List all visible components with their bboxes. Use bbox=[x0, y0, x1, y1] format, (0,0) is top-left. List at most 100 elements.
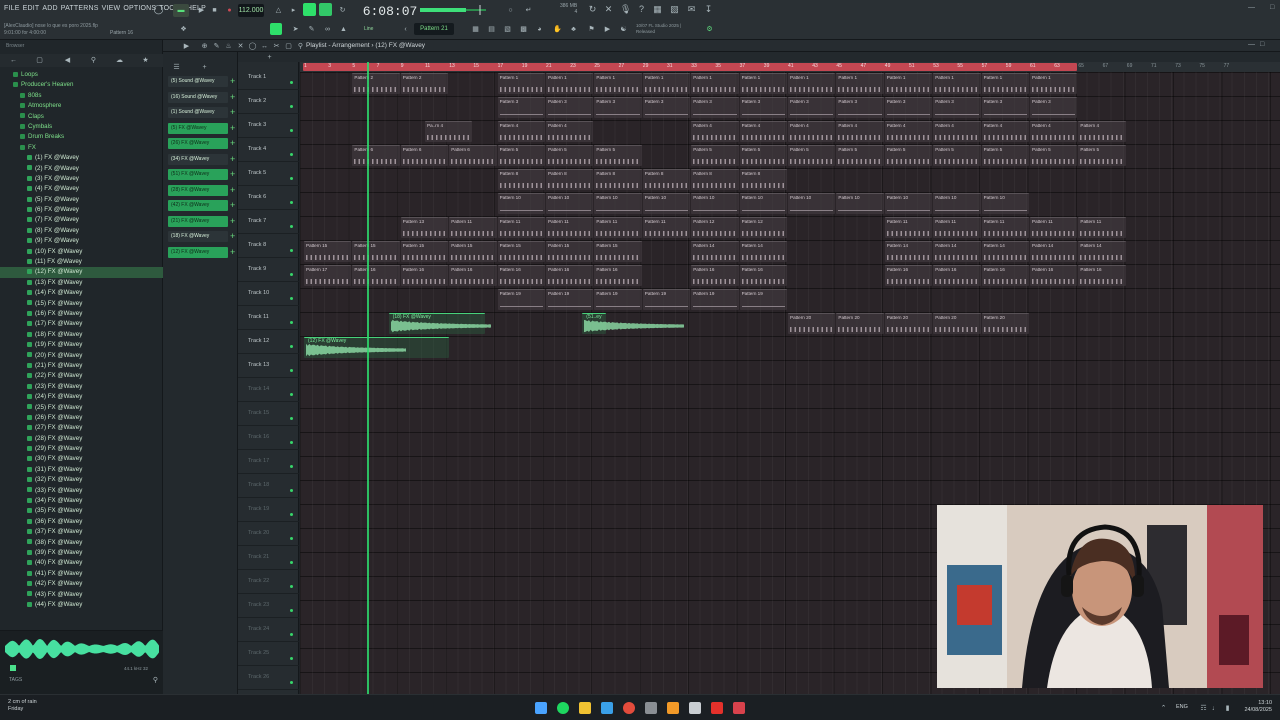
browser-folder[interactable]: Drum Breaks bbox=[0, 132, 163, 142]
picker-add-icon[interactable]: + bbox=[230, 231, 237, 242]
mute-tool-icon[interactable]: ◯ bbox=[247, 41, 258, 52]
pattern-clip[interactable]: Pattern 6 bbox=[449, 145, 497, 166]
link-icon[interactable]: ∞ bbox=[322, 24, 333, 35]
track-header[interactable]: Track 21 bbox=[238, 546, 299, 570]
pattern-clip[interactable]: Pattern 8 bbox=[497, 169, 545, 190]
browser-file[interactable]: (2) FX @Wavey bbox=[0, 164, 163, 174]
picker-add-icon[interactable]: + bbox=[230, 200, 237, 211]
pattern-clip[interactable]: Pattern 16 bbox=[449, 265, 497, 286]
timeline-ruler[interactable]: 1 3 5 7 9 11 13 15 17 19 21 23 25 27 29 31 33 35 37 39 41 43 4… bbox=[300, 62, 1280, 72]
pattern-clip[interactable]: Pattern 5 bbox=[1078, 145, 1126, 166]
pattern-clip[interactable]: Pattern 3 bbox=[546, 97, 594, 118]
tools-icon[interactable]: ✕ bbox=[603, 4, 614, 15]
slip-tool-icon[interactable]: ↔ bbox=[259, 41, 270, 52]
youtube-icon[interactable] bbox=[711, 702, 723, 714]
track-header[interactable]: Track 23 bbox=[238, 594, 299, 618]
picker-menu-icon[interactable]: ☰ bbox=[171, 62, 182, 73]
pattern-clip[interactable]: Pattern 12 bbox=[691, 217, 739, 238]
pattern-clip[interactable]: Pattern 8 bbox=[594, 169, 642, 190]
pattern-mode-button[interactable] bbox=[303, 3, 316, 16]
pattern-clip[interactable]: Pattern 4 bbox=[1078, 121, 1126, 142]
magnet-icon[interactable]: ⊕ bbox=[199, 41, 210, 52]
track-header[interactable]: Track 7 bbox=[238, 210, 299, 234]
track-header[interactable]: Track 11 bbox=[238, 306, 299, 330]
line-mode-label[interactable]: Line bbox=[364, 26, 373, 32]
track-mute-led[interactable] bbox=[290, 345, 293, 348]
tempo-display[interactable]: 112.000 bbox=[238, 4, 264, 17]
picker-item[interactable]: (42) FX @Wavey bbox=[168, 200, 228, 211]
pattern-clip[interactable]: Pattern 20 bbox=[884, 313, 933, 334]
track-header[interactable]: Track 13 bbox=[238, 354, 299, 378]
picker-add-icon[interactable]: + bbox=[230, 138, 237, 149]
pattern-clip[interactable]: Pattern 1 bbox=[546, 73, 594, 94]
browser-file[interactable]: (7) FX @Wavey bbox=[0, 215, 163, 225]
picker-add-icon[interactable]: + bbox=[230, 154, 237, 165]
pattern-clip[interactable]: Pattern 14 bbox=[1078, 241, 1126, 262]
track-mute-led[interactable] bbox=[290, 633, 293, 636]
pattern-clip[interactable]: Pattern 19 bbox=[691, 289, 739, 310]
browser-file[interactable]: (24) FX @Wavey bbox=[0, 392, 163, 402]
video-icon[interactable]: ▶ bbox=[602, 24, 613, 35]
pattern-clip[interactable]: Pattern 19 bbox=[546, 289, 594, 310]
pattern-clip[interactable]: Pattern 11 bbox=[546, 217, 594, 238]
browser-file[interactable]: (17) FX @Wavey bbox=[0, 319, 163, 329]
pattern-clip[interactable]: Pattern 5 bbox=[594, 145, 642, 166]
browser-file[interactable]: (28) FX @Wavey bbox=[0, 434, 163, 444]
back-icon[interactable]: ◀ bbox=[62, 55, 73, 66]
track-header[interactable]: Track 15 bbox=[238, 402, 299, 426]
app-icon[interactable] bbox=[645, 702, 657, 714]
pattern-clip[interactable]: Pattern 5 bbox=[497, 145, 545, 166]
browser-file[interactable]: (36) FX @Wavey bbox=[0, 517, 163, 527]
cloud-icon[interactable]: ☁ bbox=[114, 55, 125, 66]
pattern-clip[interactable]: Pattern 11 bbox=[884, 217, 933, 238]
picker-add-icon[interactable]: + bbox=[230, 92, 237, 103]
pattern-clip[interactable]: Pattern 16 bbox=[884, 265, 933, 286]
pattern-clip[interactable]: Pattern 5 bbox=[691, 145, 739, 166]
pattern-selector[interactable]: Pattern 21 bbox=[414, 23, 454, 35]
language-indicator[interactable]: ENG bbox=[1176, 704, 1188, 710]
pattern-clip[interactable]: Pattern 1 bbox=[836, 73, 884, 94]
pattern-clip[interactable]: Pattern 11 bbox=[1078, 217, 1126, 238]
track-mute-led[interactable] bbox=[290, 681, 293, 684]
picker-item[interactable]: (28) FX @Wavey bbox=[168, 184, 228, 196]
track-header[interactable]: Track 8 bbox=[238, 234, 299, 258]
pattern-clip[interactable]: Pattern 10 bbox=[594, 193, 642, 214]
browser-folder[interactable]: Producer's Heaven bbox=[0, 80, 163, 90]
pattern-clip[interactable]: Pattern 4 bbox=[836, 121, 884, 142]
start-icon[interactable] bbox=[535, 702, 547, 714]
refresh-icon[interactable]: ↻ bbox=[587, 4, 598, 15]
track-mute-led[interactable] bbox=[290, 369, 293, 372]
browser-folder[interactable]: 808s bbox=[0, 91, 163, 101]
slice-tool-icon[interactable]: ✂ bbox=[271, 41, 282, 52]
picker-item[interactable]: (5) FX @Wavey bbox=[168, 122, 228, 134]
track-mute-led[interactable] bbox=[290, 657, 293, 660]
pattern-clip[interactable]: Pattern 19 bbox=[642, 289, 691, 310]
track-header[interactable]: Track 24 bbox=[238, 618, 299, 642]
pattern-clip[interactable]: Pattern 3 bbox=[1030, 97, 1078, 118]
track-mute-led[interactable] bbox=[290, 201, 293, 204]
browser-file[interactable]: (4) FX @Wavey bbox=[0, 184, 163, 194]
song-mode-button[interactable] bbox=[319, 3, 332, 16]
picker-item[interactable]: (5) Sound @Wavey bbox=[168, 76, 228, 87]
pattern-clip[interactable]: Pattern 3 bbox=[884, 97, 933, 118]
pattern-clip[interactable]: Pattern 19 bbox=[594, 289, 642, 310]
track-mute-led[interactable] bbox=[290, 105, 293, 108]
track-mute-led[interactable] bbox=[290, 129, 293, 132]
pattern-clip[interactable]: Pattern 4 bbox=[981, 121, 1029, 142]
pattern-clip[interactable]: Pattern 16 bbox=[691, 265, 739, 286]
news-panel[interactable]: 10/07 FL Studio 2025 | Released bbox=[636, 23, 681, 35]
browser-file[interactable]: (16) FX @Wavey bbox=[0, 309, 163, 319]
track-mute-led[interactable] bbox=[290, 489, 293, 492]
browser-file[interactable]: (26) FX @Wavey bbox=[0, 413, 163, 423]
pattern-clip[interactable]: Pattern 10 bbox=[836, 193, 884, 214]
track-mute-led[interactable] bbox=[290, 153, 293, 156]
picker-add-icon[interactable]: + bbox=[230, 216, 237, 227]
playlist-maximize-icon[interactable]: □ bbox=[1260, 41, 1264, 48]
browser-file[interactable]: (39) FX @Wavey bbox=[0, 548, 163, 558]
pattern-clip[interactable]: Pattern 19 bbox=[739, 289, 787, 310]
pattern-clip[interactable]: Pattern 15 bbox=[400, 241, 449, 262]
browser-file[interactable]: (9) FX @Wavey bbox=[0, 236, 163, 246]
browser-file[interactable]: (31) FX @Wavey bbox=[0, 465, 163, 475]
pattern-clip[interactable]: Pattern 14 bbox=[739, 241, 787, 262]
track-header[interactable]: Track 17 bbox=[238, 450, 299, 474]
